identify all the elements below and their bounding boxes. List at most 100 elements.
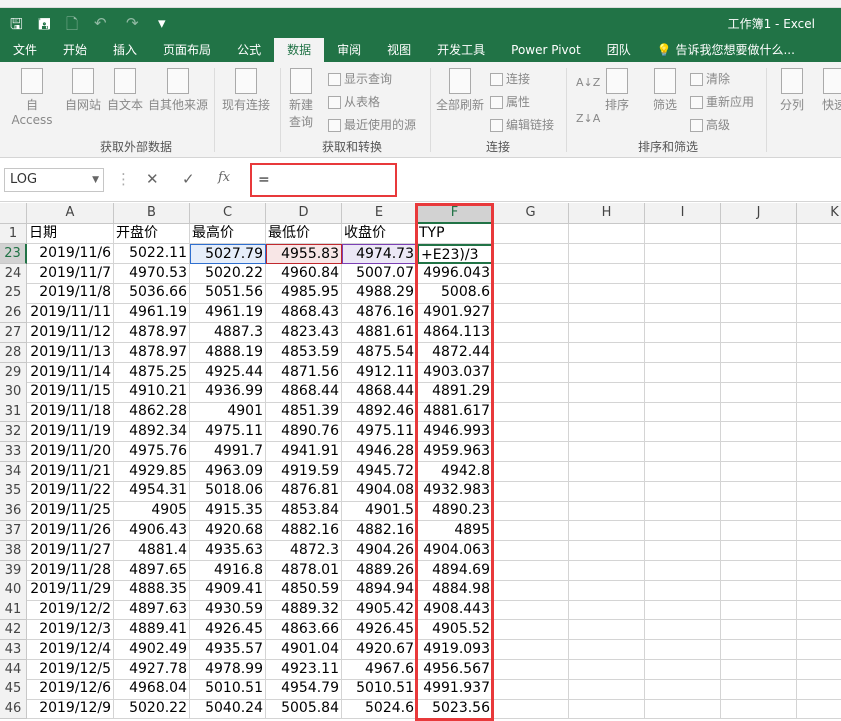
cell-A45[interactable]: 2019/12/6 [27,679,114,699]
cell-D27[interactable]: 4823.43 [266,323,342,343]
cell-E42[interactable]: 4926.45 [342,620,417,640]
row-header-37[interactable]: 37 [0,521,27,541]
cell-I42[interactable] [645,620,721,640]
cell-C38[interactable]: 4935.63 [190,541,266,561]
cell-I40[interactable] [645,580,721,600]
cell-G28[interactable] [493,343,569,363]
cell-A36[interactable]: 2019/11/25 [27,501,114,521]
cell-F44[interactable]: 4956.567 [417,660,493,680]
cell-K41[interactable] [797,600,841,620]
row-header-28[interactable]: 28 [0,343,27,363]
cell-F38[interactable]: 4904.063 [417,541,493,561]
cell-C37[interactable]: 4920.68 [190,521,266,541]
cell-I34[interactable] [645,462,721,482]
cell-C31[interactable]: 4901 [190,402,266,422]
cell-B29[interactable]: 4875.25 [114,363,190,383]
cell-E38[interactable]: 4904.26 [342,541,417,561]
cell-B27[interactable]: 4878.97 [114,323,190,343]
cell-K28[interactable] [797,343,841,363]
row-header-24[interactable]: 24 [0,264,27,284]
cell-A44[interactable]: 2019/12/5 [27,660,114,680]
cell-F26[interactable]: 4901.927 [417,303,493,323]
cell-A28[interactable]: 2019/11/13 [27,343,114,363]
cell-C45[interactable]: 5010.51 [190,679,266,699]
cell-J24[interactable] [721,264,797,284]
reapply-button[interactable]: 重新应用 [690,93,754,110]
customize-icon[interactable]: ▾ [158,14,166,32]
cell-H27[interactable] [569,323,645,343]
cell-F41[interactable]: 4908.443 [417,600,493,620]
tab-7[interactable]: 视图 [374,38,424,62]
insert-function-icon[interactable]: fx [218,170,230,185]
cell-J40[interactable] [721,580,797,600]
save-as-icon[interactable]: 🖪 [38,14,51,39]
row-header-41[interactable]: 41 [0,600,27,620]
cell-H40[interactable] [569,580,645,600]
cell-H30[interactable] [569,382,645,402]
cell-J37[interactable] [721,521,797,541]
cell-B33[interactable]: 4975.76 [114,442,190,462]
cell-E41[interactable]: 4905.42 [342,600,417,620]
cell-I26[interactable] [645,303,721,323]
row-header-43[interactable]: 43 [0,640,27,660]
cell-H29[interactable] [569,363,645,383]
cell-C39[interactable]: 4916.8 [190,561,266,581]
cell-K36[interactable] [797,501,841,521]
cell-I33[interactable] [645,442,721,462]
recent-sources-button[interactable]: 最近使用的源 [328,116,416,133]
cell-D1[interactable]: 最低价 [266,224,342,244]
cell-D28[interactable]: 4853.59 [266,343,342,363]
cell-A32[interactable]: 2019/11/19 [27,422,114,442]
cell-G37[interactable] [493,521,569,541]
cell-H25[interactable] [569,283,645,303]
cell-J46[interactable] [721,699,797,719]
cell-I45[interactable] [645,679,721,699]
cell-E34[interactable]: 4945.72 [342,462,417,482]
cell-H33[interactable] [569,442,645,462]
cell-H42[interactable] [569,620,645,640]
cell-D36[interactable]: 4853.84 [266,501,342,521]
cell-K26[interactable] [797,303,841,323]
cell-A24[interactable]: 2019/11/7 [27,264,114,284]
cell-J38[interactable] [721,541,797,561]
cell-A1[interactable]: 日期 [27,224,114,244]
new-file-icon[interactable]: 🗋 [66,14,78,39]
row-header-1[interactable]: 1 [0,224,27,244]
cell-F42[interactable]: 4905.52 [417,620,493,640]
enter-icon[interactable]: ✓ [182,170,195,188]
cell-J31[interactable] [721,402,797,422]
cell-C42[interactable]: 4926.45 [190,620,266,640]
cell-A29[interactable]: 2019/11/14 [27,363,114,383]
cell-D32[interactable]: 4890.76 [266,422,342,442]
cell-H35[interactable] [569,481,645,501]
cell-D33[interactable]: 4941.91 [266,442,342,462]
cell-K39[interactable] [797,561,841,581]
row-header-44[interactable]: 44 [0,660,27,680]
show-queries-button[interactable]: 显示查询 [328,70,392,87]
cell-F27[interactable]: 4864.113 [417,323,493,343]
cell-E28[interactable]: 4875.54 [342,343,417,363]
cell-H1[interactable] [569,224,645,244]
cell-G30[interactable] [493,382,569,402]
cell-F34[interactable]: 4942.8 [417,462,493,482]
cell-C40[interactable]: 4909.41 [190,580,266,600]
tab-6[interactable]: 审阅 [324,38,374,62]
cell-J27[interactable] [721,323,797,343]
cell-D24[interactable]: 4960.84 [266,264,342,284]
row-header-38[interactable]: 38 [0,541,27,561]
cell-H32[interactable] [569,422,645,442]
cell-I35[interactable] [645,481,721,501]
cell-B35[interactable]: 4954.31 [114,481,190,501]
cell-K32[interactable] [797,422,841,442]
row-header-36[interactable]: 36 [0,501,27,521]
cell-G36[interactable] [493,501,569,521]
row-header-29[interactable]: 29 [0,363,27,383]
cell-I27[interactable] [645,323,721,343]
cell-J43[interactable] [721,640,797,660]
cell-C27[interactable]: 4887.3 [190,323,266,343]
row-header-34[interactable]: 34 [0,462,27,482]
existing-connections-button[interactable]: 现有连接 [218,68,274,113]
cell-I25[interactable] [645,283,721,303]
cell-J42[interactable] [721,620,797,640]
cell-E1[interactable]: 收盘价 [342,224,417,244]
